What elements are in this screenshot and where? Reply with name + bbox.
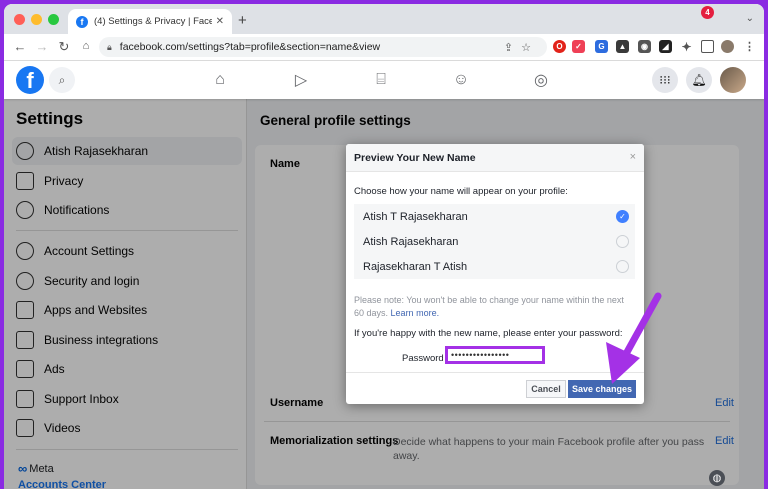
extensions-puzzle-icon[interactable]: ✦ [680,40,693,54]
dialog-header: Preview Your New Name [346,144,644,172]
sidebar-panel-icon[interactable] [701,40,714,53]
name-option-1[interactable]: Atish T Rajasekharan ✓ [354,204,635,229]
password-label: Password [402,353,444,364]
marketplace-nav-icon[interactable]: ⌸ [370,69,392,91]
name-option-label: Atish Rajasekharan [363,235,459,248]
lock-icon: 🔒︎ [107,41,112,52]
annotation-arrow-icon [606,292,662,384]
menu-grid-icon[interactable]: ⁝⁝⁝ [652,67,678,93]
close-icon[interactable]: × [630,151,636,163]
forward-icon[interactable]: → [34,39,50,54]
back-icon[interactable]: ← [12,39,28,54]
reload-icon[interactable]: ↻ [56,39,72,55]
dialog-title: Preview Your New Name [354,151,476,164]
url-text: facebook.com/settings?tab=profile&sectio… [119,41,381,53]
minimize-window-button[interactable] [31,14,42,25]
new-tab-button[interactable]: + [238,12,247,29]
password-input[interactable]: •••••••••••••••• [445,346,545,364]
watch-nav-icon[interactable]: ▷ [290,69,312,91]
browser-tab[interactable]: f (4) Settings & Privacy | Facebo ✕ [68,9,232,34]
browser-menu-icon[interactable]: ⋮ [743,40,756,53]
screenshot-extension-icon[interactable]: ◉ [638,40,651,53]
name-option-2[interactable]: Atish Rajasekharan [354,229,635,254]
choose-name-text: Choose how your name will appear on your… [354,186,568,197]
name-option-3[interactable]: Rajasekharan T Atish [354,254,635,279]
media-extension-icon[interactable]: ◢ [659,40,672,53]
search-icon[interactable]: ⌕ [49,67,75,93]
omnibox-actions[interactable]: ⇪☆ [504,41,539,54]
grammar-extension-icon[interactable]: G [595,40,608,53]
radio-unchecked-icon[interactable] [616,235,629,248]
radio-unchecked-icon[interactable] [616,260,629,273]
notification-count-badge: 4 [701,6,714,19]
browser-toolbar: ← → ↻ ⌂ 🔒︎ facebook.com/settings?tab=pro… [4,34,764,61]
address-bar[interactable]: 🔒︎ facebook.com/settings?tab=profile&sec… [99,37,547,57]
close-window-button[interactable] [14,14,25,25]
globe-icon[interactable]: ◍ [709,470,725,486]
name-change-note: Please note: You won't be able to change… [354,294,624,320]
name-option-label: Atish T Rajasekharan [363,210,468,223]
tab-search-button[interactable]: ⌄ [746,13,754,24]
opera-extension-icon[interactable]: O [553,40,566,53]
notifications-bell-icon[interactable]: 🔔︎ [686,67,712,93]
pocket-extension-icon[interactable]: ✓ [572,40,585,53]
facebook-logo-icon[interactable]: f [16,66,44,94]
profile-avatar-icon[interactable] [721,40,734,53]
cancel-button[interactable]: Cancel [526,380,566,398]
gaming-nav-icon[interactable]: ◎ [530,69,552,91]
facebook-favicon-icon: f [76,15,88,28]
home-icon[interactable]: ⌂ [78,40,94,52]
learn-more-link[interactable]: Learn more. [391,308,440,318]
password-prompt-text: If you're happy with the new name, pleas… [354,328,623,339]
name-option-label: Rajasekharan T Atish [363,260,468,273]
radio-checked-icon[interactable]: ✓ [616,210,629,223]
tab-close-icon[interactable]: ✕ [216,16,224,27]
tab-strip: f (4) Settings & Privacy | Facebo ✕ + ⌄ [4,4,764,34]
maximize-window-button[interactable] [48,14,59,25]
user-avatar[interactable] [720,67,746,93]
tab-title: (4) Settings & Privacy | Facebo [94,16,212,27]
home-nav-icon[interactable]: ⌂ [209,69,231,91]
groups-nav-icon[interactable]: ☺ [450,69,472,91]
facebook-header: f ⌕ ⌂ ▷ ⌸ ☺ ◎ ⁝⁝⁝ 🔔︎ [4,61,764,99]
reader-extension-icon[interactable]: ▲ [616,40,629,53]
